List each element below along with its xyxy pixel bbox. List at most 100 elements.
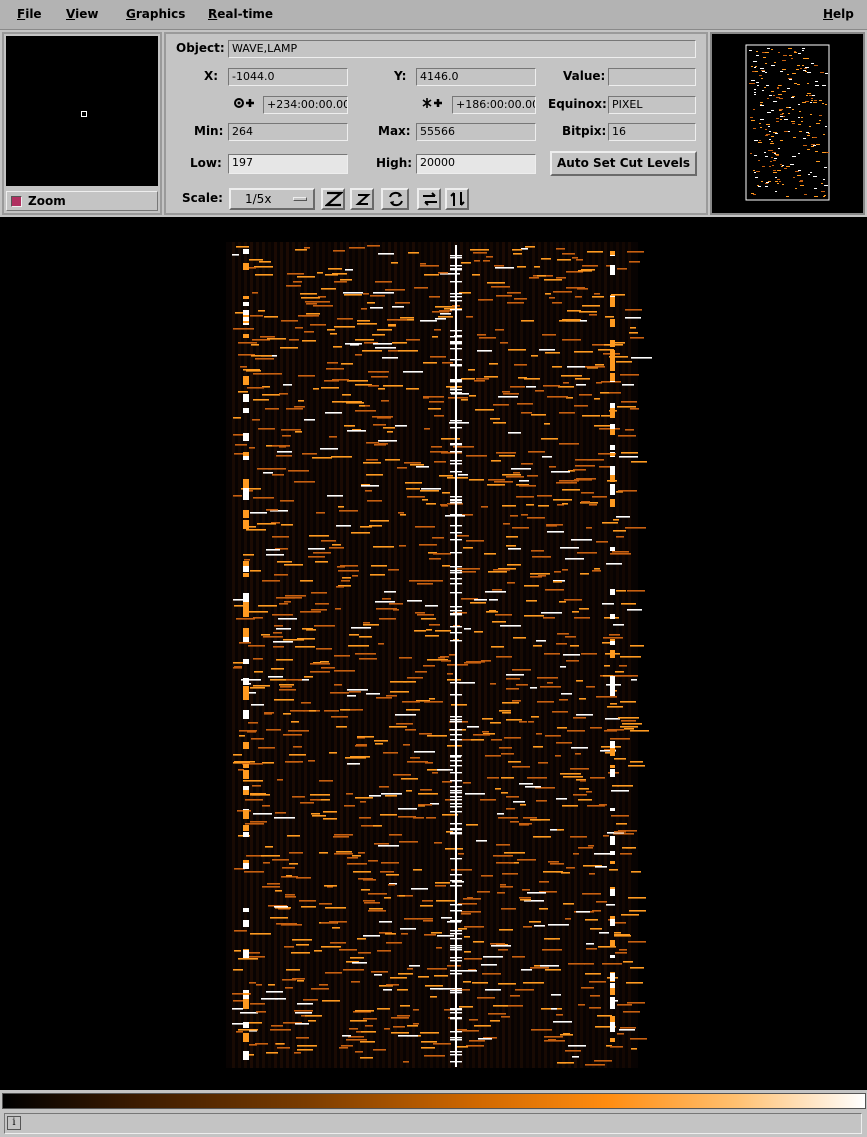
emission-line <box>406 488 420 490</box>
emission-line <box>621 720 636 722</box>
emission-line <box>455 568 473 570</box>
pan-emission-line <box>789 79 792 80</box>
emission-line <box>374 843 389 845</box>
emission-line <box>264 316 278 318</box>
emission-line <box>616 361 632 363</box>
emission-line <box>311 813 320 815</box>
emission-line <box>303 999 318 1001</box>
rotate-button[interactable] <box>381 188 409 210</box>
menu-graphics[interactable]: Graphics <box>126 7 185 21</box>
emission-line <box>508 761 521 763</box>
emission-line <box>355 354 362 356</box>
emission-line <box>401 933 408 935</box>
emission-line <box>376 697 392 699</box>
flip-x-button[interactable] <box>417 188 441 210</box>
emission-line <box>333 346 342 348</box>
edge-hot-spot <box>610 410 615 418</box>
emission-line <box>473 252 487 254</box>
emission-line <box>271 668 284 670</box>
pan-emission-line <box>798 170 801 171</box>
pan-emission-line <box>779 181 781 182</box>
pan-emission-line <box>774 62 776 63</box>
spectral-order-trace <box>412 242 415 1068</box>
pan-emission-line <box>764 152 766 153</box>
menu-help[interactable]: Help <box>823 7 854 21</box>
pan-view[interactable] <box>712 34 863 213</box>
menu-view[interactable]: View <box>66 7 98 21</box>
emission-line <box>497 855 510 857</box>
emission-line <box>361 485 379 487</box>
emission-line <box>486 256 493 258</box>
emission-line <box>618 490 637 492</box>
zoom-out-button[interactable] <box>350 188 374 210</box>
central-line-tick <box>450 973 462 975</box>
pan-emission-line <box>779 98 783 99</box>
emission-line <box>429 296 440 298</box>
menu-view-label: iew <box>75 7 99 21</box>
emission-line <box>529 921 541 923</box>
scale-option-menu[interactable]: 1/5x <box>229 188 315 210</box>
menu-realtime[interactable]: Real-time <box>208 7 273 21</box>
auto-set-cut-levels-button[interactable]: Auto Set Cut Levels <box>550 151 697 176</box>
pan-emission-line <box>773 65 775 66</box>
emission-line <box>629 332 638 334</box>
emission-line <box>590 928 602 930</box>
emission-line <box>284 601 291 603</box>
emission-line <box>407 968 413 970</box>
menu-file[interactable]: File <box>17 7 42 21</box>
emission-line <box>434 329 441 331</box>
pan-emission-line <box>786 196 789 197</box>
emission-line <box>521 248 528 250</box>
emission-line <box>301 297 320 299</box>
emission-line <box>526 600 537 602</box>
emission-line <box>370 574 385 576</box>
emission-line <box>279 684 294 686</box>
colorbar[interactable] <box>0 1090 867 1110</box>
high-input[interactable]: 20000 <box>416 154 536 174</box>
emission-line <box>625 309 642 311</box>
emission-line <box>314 950 322 952</box>
emission-line <box>521 463 533 465</box>
emission-line <box>629 261 640 263</box>
central-line-tick <box>450 255 462 257</box>
pan-emission-line <box>814 65 818 66</box>
emission-line <box>430 451 448 453</box>
emission-line <box>491 286 510 288</box>
menu-graphics-label: raphics <box>135 7 186 21</box>
emission-line <box>406 339 420 341</box>
edge-hot-spot <box>243 317 249 321</box>
zoom-view[interactable] <box>6 36 158 186</box>
emission-line <box>508 432 521 434</box>
emission-line <box>319 852 328 854</box>
low-input[interactable]: 197 <box>228 154 348 174</box>
emission-line <box>613 519 619 521</box>
emission-line <box>267 338 286 340</box>
emission-line <box>488 479 505 481</box>
flip-y-button[interactable] <box>445 188 469 210</box>
emission-line <box>506 719 522 721</box>
central-line-tick <box>450 772 462 774</box>
spectrum-image[interactable] <box>0 217 867 1090</box>
emission-line <box>279 689 296 691</box>
image-display[interactable] <box>0 217 867 1090</box>
emission-line <box>560 1062 574 1064</box>
menu-view-mnemonic: V <box>66 7 76 21</box>
zoom-toggle[interactable]: Zoom <box>6 191 158 211</box>
status-bar: i <box>0 1110 867 1137</box>
zoom-in-button[interactable] <box>321 188 345 210</box>
central-line-tick <box>450 341 462 343</box>
zoom-checkbox-icon[interactable] <box>11 196 22 207</box>
pan-emission-line <box>752 83 755 84</box>
emission-line <box>260 336 275 338</box>
emission-line <box>336 586 344 588</box>
pan-emission-line <box>798 117 800 118</box>
emission-line <box>477 350 492 352</box>
edge-hot-spot <box>610 297 615 305</box>
emission-line <box>350 1020 367 1022</box>
pan-emission-line <box>754 172 756 173</box>
emission-line <box>610 738 630 740</box>
emission-line <box>349 247 365 249</box>
pan-emission-line <box>774 153 776 154</box>
emission-line <box>334 281 347 283</box>
emission-line <box>559 480 573 482</box>
